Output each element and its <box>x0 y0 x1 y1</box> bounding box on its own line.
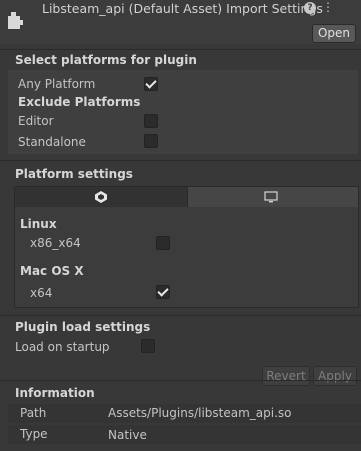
tab-unity[interactable] <box>14 186 188 209</box>
plugin-load-settings-heading: Plugin load settings <box>15 320 151 334</box>
platform-settings-panel <box>14 207 359 308</box>
plugin-asset-icon <box>7 10 23 30</box>
load-on-startup-label: Load on startup <box>15 340 110 354</box>
divider <box>0 49 361 50</box>
exclude-platforms-heading: Exclude Platforms <box>18 95 141 109</box>
any-platform-label: Any Platform <box>18 77 96 91</box>
help-icon[interactable]: ? <box>304 2 316 14</box>
linux-x86-x64-label: x86_x64 <box>30 236 81 250</box>
select-platforms-heading: Select platforms for plugin <box>15 53 197 67</box>
platform-settings-heading: Platform settings <box>15 167 133 181</box>
linux-heading: Linux <box>20 217 57 231</box>
path-value: Assets/Plugins/libsteam_api.so <box>108 406 292 420</box>
divider <box>0 160 361 161</box>
divider <box>0 380 361 381</box>
open-button[interactable]: Open <box>312 24 356 43</box>
type-row <box>8 425 361 444</box>
path-label: Path <box>20 406 47 420</box>
information-heading: Information <box>15 386 95 400</box>
type-value: Native <box>108 428 147 442</box>
standalone-label: Standalone <box>18 135 86 149</box>
mac-x64-label: x64 <box>30 286 53 300</box>
context-menu-icon[interactable]: ⋮ <box>322 0 334 14</box>
any-platform-checkbox[interactable] <box>144 77 158 91</box>
mac-x64-checkbox[interactable] <box>156 285 170 299</box>
unity-icon <box>95 191 107 206</box>
linux-x86-x64-checkbox[interactable] <box>156 236 170 250</box>
apply-button[interactable]: Apply <box>313 366 357 386</box>
load-on-startup-checkbox[interactable] <box>141 339 155 353</box>
tab-desktop[interactable] <box>187 186 359 209</box>
standalone-checkbox[interactable] <box>144 134 158 148</box>
editor-label: Editor <box>18 114 54 128</box>
revert-button[interactable]: Revert <box>262 366 310 386</box>
editor-checkbox[interactable] <box>144 114 158 128</box>
type-label: Type <box>20 427 48 441</box>
window-title: Libsteam_api (Default Asset) Import Sett… <box>42 1 323 16</box>
desktop-icon <box>264 191 278 206</box>
divider <box>0 315 361 316</box>
mac-heading: Mac OS X <box>20 264 84 278</box>
